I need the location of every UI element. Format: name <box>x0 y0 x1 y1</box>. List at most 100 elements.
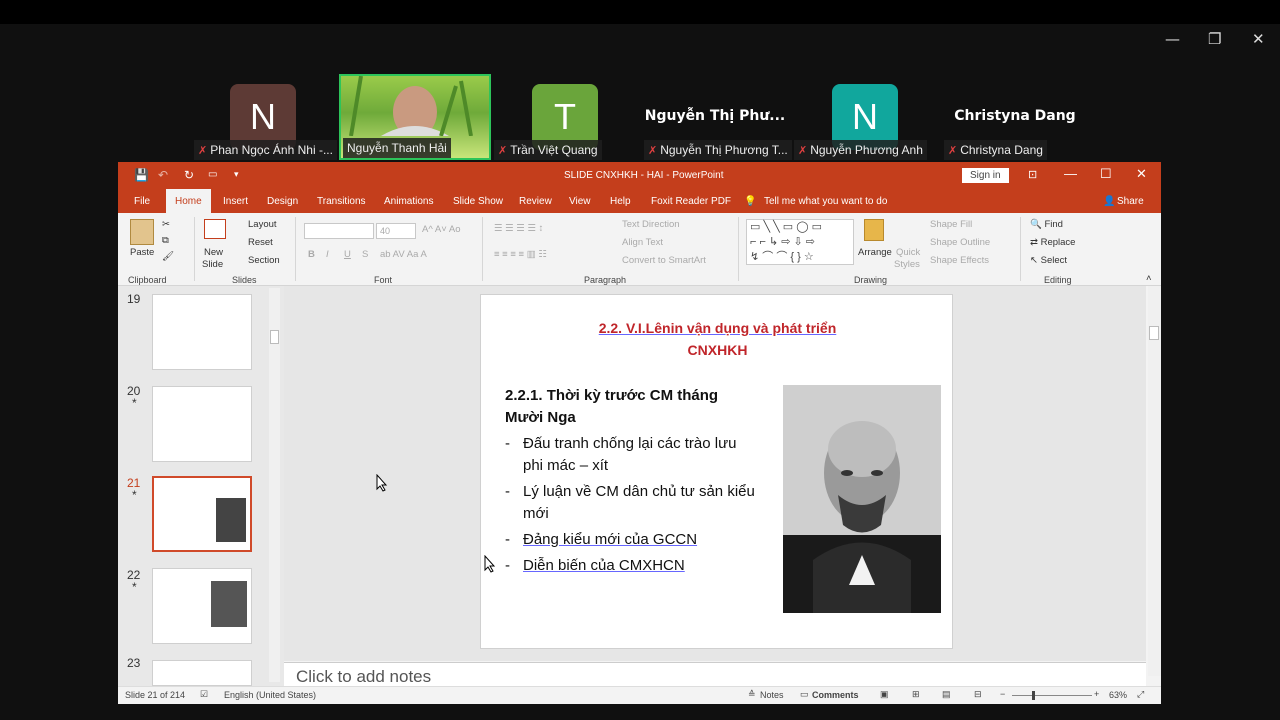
participant-video-tile[interactable]: Nguyễn Thanh Hải <box>339 74 491 160</box>
tell-me-search[interactable]: Tell me what you want to do <box>764 196 887 207</box>
minimize-icon[interactable]: — <box>1064 166 1077 181</box>
tab-file[interactable]: File <box>134 196 150 207</box>
share-icon[interactable]: 👤 <box>1103 196 1115 207</box>
tab-insert[interactable]: Insert <box>223 196 248 207</box>
bold-button[interactable]: B <box>308 249 315 260</box>
scrollbar-thumb[interactable] <box>270 330 279 344</box>
paste-button[interactable]: Paste <box>130 247 154 258</box>
shapes-gallery[interactable]: ▭ ╲ ╲ ▭ ◯ ▭ ⌐ ⌐ ↳ ⇨ ⇩ ⇨ ↯ ⌒ ⌒ { } ☆ <box>746 219 854 265</box>
quick-styles-button-line2[interactable]: Styles <box>894 259 920 270</box>
cut-icon[interactable]: ✂ <box>162 219 170 230</box>
replace-button[interactable]: ⇄ Replace <box>1030 237 1075 248</box>
tab-slide-show[interactable]: Slide Show <box>453 196 503 207</box>
new-slide-button-line2[interactable]: Slide <box>202 259 223 270</box>
slide-thumbnail-selected[interactable] <box>152 476 252 552</box>
tab-view[interactable]: View <box>569 196 591 207</box>
participant-tile[interactable]: N ✗ Nguyễn Phương Anh <box>790 78 940 160</box>
maximize-icon[interactable]: ☐ <box>1100 166 1112 182</box>
slide-thumbnail[interactable] <box>152 294 252 370</box>
paste-icon[interactable] <box>130 219 154 245</box>
smartart-button[interactable]: Convert to SmartArt <box>622 255 706 266</box>
current-slide[interactable]: 2.2. V.I.Lênin vận dụng và phát triển CN… <box>480 294 953 649</box>
char-spacing-icon[interactable]: ab AV Aa A <box>380 249 427 260</box>
save-icon[interactable]: 💾 <box>134 168 149 182</box>
layout-button[interactable]: Layout <box>248 219 277 230</box>
ribbon-display-icon[interactable]: ⊡ <box>1028 168 1037 181</box>
close-button[interactable]: ✕ <box>1252 30 1265 48</box>
minimize-button[interactable]: — <box>1165 30 1180 48</box>
animation-star-icon: * <box>132 488 137 502</box>
collapse-ribbon-icon[interactable]: ˄ <box>1146 273 1152 284</box>
participant-tile[interactable]: N ✗ Phan Ngọc Ánh Nhi -... <box>190 78 340 160</box>
tab-review[interactable]: Review <box>519 196 552 207</box>
tab-design[interactable]: Design <box>267 196 298 207</box>
slide-thumbnail[interactable] <box>152 660 252 686</box>
text-direction-button[interactable]: Text Direction <box>622 219 680 230</box>
comments-toggle[interactable]: Comments <box>812 690 859 700</box>
select-button[interactable]: ↖ Select <box>1030 255 1067 266</box>
grow-font-icon[interactable]: A^ A˅ Ao <box>422 224 461 235</box>
zoom-out-icon[interactable]: − <box>1000 689 1005 699</box>
slide-scrollbar[interactable] <box>1148 286 1161 676</box>
slideshow-view-icon[interactable]: ⊟ <box>974 689 982 700</box>
bullets-icon[interactable]: ☰ ☰ ☰ ☰ ↕ <box>494 223 543 234</box>
arrange-icon[interactable] <box>864 219 884 241</box>
notes-toggle[interactable]: Notes <box>760 690 784 700</box>
thumbnail-scrollbar[interactable] <box>269 288 280 682</box>
tab-animations[interactable]: Animations <box>384 196 433 207</box>
align-text-button[interactable]: Align Text <box>622 237 663 248</box>
zoom-in-icon[interactable]: + <box>1094 689 1099 699</box>
tab-transitions[interactable]: Transitions <box>317 196 366 207</box>
align-icon[interactable]: ≡ ≡ ≡ ≡ ▥ ☷ <box>494 249 547 260</box>
normal-view-icon[interactable]: ▣ <box>880 689 889 700</box>
shape-effects-button[interactable]: Shape Effects <box>930 255 989 266</box>
fit-slide-icon[interactable]: ⤢ <box>1137 689 1144 700</box>
language-indicator[interactable]: English (United States) <box>224 690 316 700</box>
participant-tile[interactable]: Christyna Dang ✗ Christyna Dang <box>940 78 1090 160</box>
font-name-input[interactable] <box>304 223 374 239</box>
copy-icon[interactable]: ⧉ <box>162 235 169 246</box>
spellcheck-icon[interactable]: ☑ <box>200 689 208 700</box>
strikethrough-button[interactable]: S <box>362 249 368 260</box>
comments-icon: ▭ <box>800 689 809 699</box>
restore-button[interactable]: ❐ <box>1208 30 1221 48</box>
slide-heading[interactable]: 2.2.1. Thời kỳ trước CM tháng Mười Nga <box>505 385 718 429</box>
arrange-button[interactable]: Arrange <box>858 247 892 258</box>
reset-button[interactable]: Reset <box>248 237 273 248</box>
shape-fill-button[interactable]: Shape Fill <box>930 219 972 230</box>
redo-icon[interactable]: ↻ <box>184 168 194 182</box>
tab-home[interactable]: Home <box>166 189 211 213</box>
slide-thumbnail[interactable] <box>152 568 252 644</box>
reading-view-icon[interactable]: ▤ <box>942 689 951 700</box>
close-icon[interactable]: ✕ <box>1136 166 1147 182</box>
underline-button[interactable]: U <box>344 249 351 260</box>
font-size-input[interactable]: 40 <box>376 223 416 239</box>
slide-thumbnail[interactable] <box>152 386 252 462</box>
new-slide-button[interactable]: New <box>204 247 223 258</box>
slide-title[interactable]: 2.2. V.I.Lênin vận dụng và phát triển CN… <box>481 317 954 361</box>
format-painter-icon[interactable]: 🖌 <box>162 251 174 262</box>
start-slideshow-icon[interactable]: ▭ <box>208 169 217 180</box>
share-button[interactable]: Share <box>1117 196 1144 207</box>
notes-pane[interactable]: Click to add notes <box>284 662 1146 686</box>
zoom-level[interactable]: 63% <box>1109 690 1127 700</box>
find-button[interactable]: 🔍 Find <box>1030 219 1063 230</box>
customize-toolbar-icon[interactable]: ▾ <box>234 169 239 180</box>
shape-outline-button[interactable]: Shape Outline <box>930 237 990 248</box>
undo-icon[interactable]: ↶ <box>158 168 168 182</box>
portrait-image[interactable] <box>783 385 941 613</box>
tab-help[interactable]: Help <box>610 196 631 207</box>
sign-in-button[interactable]: Sign in <box>962 168 1009 183</box>
section-button[interactable]: Section <box>248 255 280 266</box>
italic-button[interactable]: I <box>326 249 329 260</box>
zoom-slider[interactable] <box>1012 695 1092 696</box>
zoom-slider-thumb[interactable] <box>1032 691 1035 700</box>
scrollbar-thumb[interactable] <box>1149 326 1159 340</box>
slide-sorter-icon[interactable]: ⊞ <box>912 689 920 700</box>
tab-foxit[interactable]: Foxit Reader PDF <box>651 196 731 207</box>
participant-tile[interactable]: T ✗ Trần Việt Quang <box>490 78 640 160</box>
participant-tile[interactable]: Nguyễn Thị Phư... ✗ Nguyễn Thị Phương T..… <box>640 78 792 160</box>
new-slide-icon[interactable] <box>204 219 226 239</box>
quick-styles-button[interactable]: Quick <box>896 247 920 258</box>
bullet-list[interactable]: - Đấu tranh chống lại các trào lưu phi m… <box>505 433 795 577</box>
